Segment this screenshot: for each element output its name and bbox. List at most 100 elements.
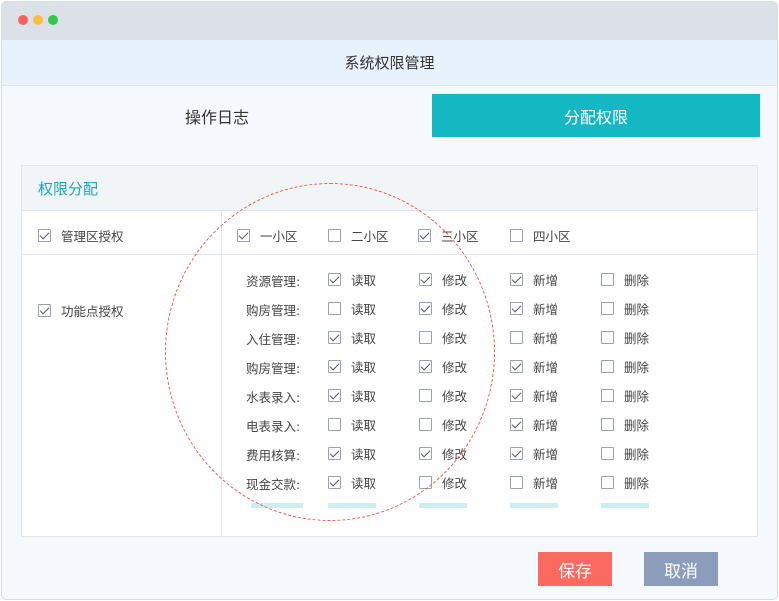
permission-checkbox-del[interactable]: 删除 [601,270,649,289]
column-underline [251,503,303,508]
tab-bar: 操作日志 分配权限 [2,94,777,137]
close-window-icon[interactable] [18,15,28,25]
checked-icon [237,229,250,242]
permission-label: 新增 [533,273,559,288]
admin-area-row: 管理区授权 一小区 二小区 三小区 四小区 [22,211,757,255]
permission-checkbox-add[interactable]: 新增 [510,270,558,289]
admin-auth-checkbox[interactable]: 管理区授权 [38,226,124,245]
permission-label: 新增 [533,302,559,317]
checked-icon [419,302,432,315]
column-underline [510,503,558,508]
permission-checkbox-edit[interactable]: 修改 [419,270,467,289]
permission-label: 新增 [533,389,559,404]
permission-checkbox-del[interactable]: 删除 [601,415,649,434]
permission-checkbox-read[interactable]: 读取 [328,299,376,318]
unchecked-icon [601,331,614,344]
checked-icon [419,273,432,286]
permission-label: 读取 [351,302,377,317]
function-auth-check-icon [38,304,51,317]
permission-checkbox-add[interactable]: 新增 [510,357,558,376]
zone-label: 二小区 [351,229,389,244]
unchecked-icon [328,229,341,242]
permission-checkbox-read[interactable]: 读取 [328,270,376,289]
checked-icon [510,302,523,315]
permission-checkbox-del[interactable]: 删除 [601,328,649,347]
unchecked-icon [601,389,614,402]
permission-checkbox-edit[interactable]: 修改 [419,328,467,347]
checked-icon [328,447,341,460]
permission-checkbox-add[interactable]: 新增 [510,386,558,405]
unchecked-icon [601,476,614,489]
permission-label: 删除 [624,331,650,346]
checked-icon [328,360,341,373]
permission-label: 读取 [351,389,377,404]
permission-checkbox-add[interactable]: 新增 [510,444,558,463]
permission-label: 删除 [624,389,650,404]
unchecked-icon [601,447,614,460]
checked-icon [510,418,523,431]
function-name-label: 电表录入: [246,419,301,434]
maximize-window-icon[interactable] [48,15,58,25]
permission-label: 新增 [533,447,559,462]
unchecked-icon [601,360,614,373]
permission-checkbox-read[interactable]: 读取 [328,357,376,376]
unchecked-icon [510,229,523,242]
permission-label: 修改 [442,360,468,375]
permission-checkbox-del[interactable]: 删除 [601,386,649,405]
function-auth-checkbox[interactable]: 功能点授权 [38,301,124,320]
permission-label: 读取 [351,273,377,288]
permission-label: 修改 [442,302,468,317]
tab-assign-permissions[interactable]: 分配权限 [432,94,760,137]
permission-label: 修改 [442,273,468,288]
permission-checkbox-edit[interactable]: 修改 [419,473,467,492]
column-underline [601,503,649,508]
page-title: 系统权限管理 [2,40,777,86]
zone-checkbox[interactable]: 三小区 [418,226,479,245]
save-button[interactable]: 保存 [538,552,612,586]
permission-checkbox-edit[interactable]: 修改 [419,357,467,376]
admin-auth-check-icon [38,229,51,242]
zone-checkbox[interactable]: 一小区 [237,226,298,245]
unchecked-icon [328,302,341,315]
unchecked-icon [510,476,523,489]
function-name-label: 资源管理: [246,274,301,289]
permission-checkbox-edit[interactable]: 修改 [419,444,467,463]
permission-checkbox-add[interactable]: 新增 [510,328,558,347]
permission-checkbox-read[interactable]: 读取 [328,328,376,347]
checked-icon [328,476,341,489]
unchecked-icon [601,273,614,286]
permission-label: 删除 [624,360,650,375]
permission-label: 读取 [351,360,377,375]
permission-checkbox-del[interactable]: 删除 [601,444,649,463]
function-name-label: 现金交款: [246,477,301,492]
zone-label: 三小区 [441,229,479,244]
permission-label: 删除 [624,302,650,317]
zone-label: 四小区 [533,229,571,244]
permission-checkbox-read[interactable]: 读取 [328,444,376,463]
zone-checkbox[interactable]: 二小区 [328,226,389,245]
permission-checkbox-read[interactable]: 读取 [328,473,376,492]
permission-checkbox-add[interactable]: 新增 [510,299,558,318]
unchecked-icon [328,418,341,431]
permission-checkbox-add[interactable]: 新增 [510,473,558,492]
permission-checkbox-edit[interactable]: 修改 [419,415,467,434]
unchecked-icon [510,331,523,344]
cancel-button[interactable]: 取消 [644,552,718,586]
unchecked-icon [419,418,432,431]
function-auth-label: 功能点授权 [61,304,124,319]
permission-checkbox-edit[interactable]: 修改 [419,386,467,405]
permission-checkbox-del[interactable]: 删除 [601,299,649,318]
permission-checkbox-del[interactable]: 删除 [601,357,649,376]
permission-checkbox-del[interactable]: 删除 [601,473,649,492]
zone-checkbox[interactable]: 四小区 [510,226,571,245]
permission-checkbox-add[interactable]: 新增 [510,415,558,434]
permission-panel: 权限分配 管理区授权 一小区 二小区 三小区 四小区 功能点授权 资源管理: 读取 修改新… [21,165,758,537]
permission-checkbox-edit[interactable]: 修改 [419,299,467,318]
permission-checkbox-read[interactable]: 读取 [328,415,376,434]
minimize-window-icon[interactable] [33,15,43,25]
panel-title: 权限分配 [22,166,757,211]
tab-operation-log[interactable]: 操作日志 [2,94,432,137]
unchecked-icon [419,389,432,402]
permission-checkbox-read[interactable]: 读取 [328,386,376,405]
function-name-label: 费用核算: [246,448,301,463]
